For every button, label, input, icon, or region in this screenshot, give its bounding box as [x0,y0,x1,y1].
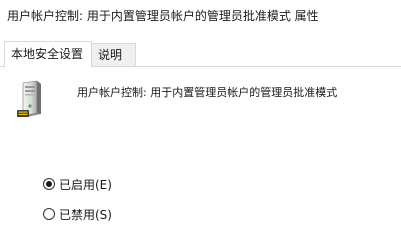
enabled-option[interactable]: 已启用(E) [43,176,112,192]
enabled-radio[interactable] [43,178,55,190]
tab-strip: 本地安全设置 说明 [0,41,401,68]
disabled-label: 已禁用(S) [59,207,112,222]
disabled-option[interactable]: 已禁用(S) [43,206,112,222]
tab-local-security-setting[interactable]: 本地安全设置 [4,41,92,68]
computer-tower-icon [17,80,43,118]
disabled-radio[interactable] [43,208,55,220]
tab-explain[interactable]: 说明 [92,43,136,67]
policy-name: 用户帐户控制: 用于内置管理员帐户的管理员批准模式 [77,86,338,99]
properties-dialog: 用户帐户控制: 用于内置管理员帐户的管理员批准模式 属性 本地安全设置 说明 用… [0,0,401,243]
enabled-label: 已启用(E) [59,177,112,192]
window-title: 用户帐户控制: 用于内置管理员帐户的管理员批准模式 属性 [7,9,319,23]
